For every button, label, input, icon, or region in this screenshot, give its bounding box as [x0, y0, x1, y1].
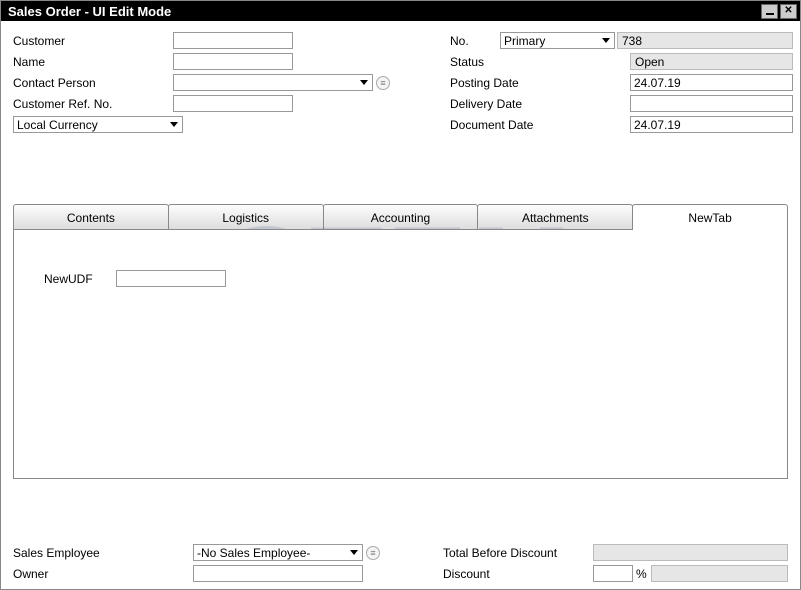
- discount-pct-input[interactable]: [593, 565, 633, 582]
- total-before-discount-label: Total Before Discount: [443, 546, 593, 560]
- tab-attachments[interactable]: Attachments: [477, 204, 633, 230]
- caret-down-icon: [600, 35, 612, 46]
- caret-down-icon: [168, 119, 180, 130]
- no-type-combo[interactable]: Primary: [500, 32, 615, 49]
- custref-label: Customer Ref. No.: [13, 97, 173, 111]
- percent-symbol: %: [636, 567, 647, 581]
- customer-ref-input[interactable]: [173, 95, 293, 112]
- newudf-input[interactable]: [116, 270, 226, 287]
- discount-amount-value: [651, 565, 788, 582]
- window-title: Sales Order - UI Edit Mode: [4, 4, 759, 19]
- contact-person-combo[interactable]: [173, 74, 373, 91]
- name-label: Name: [13, 55, 173, 69]
- tab-panel-newtab: NewUDF: [13, 229, 788, 479]
- tab-accounting[interactable]: Accounting: [323, 204, 479, 230]
- document-date-label: Document Date: [450, 118, 630, 132]
- status-value: Open: [630, 53, 793, 70]
- status-label: Status: [450, 55, 630, 69]
- no-label: No.: [450, 34, 500, 48]
- sales-employee-combo[interactable]: -No Sales Employee-: [193, 544, 363, 561]
- document-date-input[interactable]: [630, 116, 793, 133]
- owner-input[interactable]: [193, 565, 363, 582]
- newudf-label: NewUDF: [44, 272, 104, 286]
- caret-down-icon: [358, 77, 370, 88]
- tab-newtab[interactable]: NewTab: [632, 204, 788, 230]
- name-input[interactable]: [173, 53, 293, 70]
- caret-down-icon: [348, 547, 360, 558]
- delivery-date-input[interactable]: [630, 95, 793, 112]
- tabbar: Contents Logistics Accounting Attachment…: [13, 204, 788, 230]
- discount-label: Discount: [443, 567, 593, 581]
- sales-employee-link-icon[interactable]: ≡: [366, 546, 380, 560]
- sales-employee-label: Sales Employee: [13, 546, 193, 560]
- contact-label: Contact Person: [13, 76, 173, 90]
- total-before-discount-value: [593, 544, 788, 561]
- tab-contents[interactable]: Contents: [13, 204, 169, 230]
- customer-label: Customer: [13, 34, 173, 48]
- currency-combo[interactable]: Local Currency: [13, 116, 183, 133]
- posting-date-label: Posting Date: [450, 76, 630, 90]
- contact-link-icon[interactable]: ≡: [376, 76, 390, 90]
- sales-order-window: Sales Order - UI Edit Mode STEM ® www.st…: [0, 0, 801, 590]
- titlebar: Sales Order - UI Edit Mode: [1, 1, 800, 21]
- no-value: 738: [617, 32, 793, 49]
- customer-input[interactable]: [173, 32, 293, 49]
- owner-label: Owner: [13, 567, 193, 581]
- delivery-date-label: Delivery Date: [450, 97, 630, 111]
- tab-logistics[interactable]: Logistics: [168, 204, 324, 230]
- minimize-button[interactable]: [761, 4, 778, 19]
- posting-date-input[interactable]: [630, 74, 793, 91]
- close-button[interactable]: [780, 4, 797, 19]
